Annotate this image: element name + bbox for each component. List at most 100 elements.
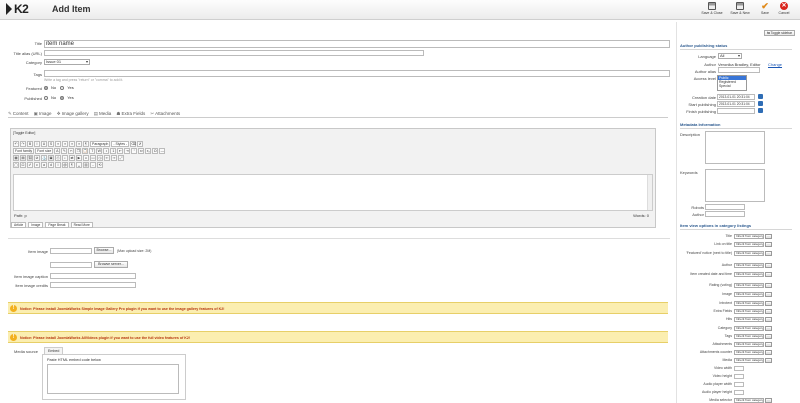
view-option-select[interactable]: Inherit from category [734,272,764,277]
redo-icon[interactable]: ↷ [20,141,26,147]
font-family-select[interactable]: Font family [13,148,35,154]
save-button[interactable]: ✔ Save [758,2,772,18]
non-breaking-icon[interactable]: ␣ [76,162,82,168]
view-option-more-button[interactable]: … [765,292,772,297]
attributes-icon[interactable]: @ [62,162,68,168]
emoticon-icon[interactable]: ☺ [83,155,89,161]
tab-attachments[interactable]: ✂Attachments [150,110,180,118]
date-icon[interactable]: ▭ [90,155,96,161]
table-icon[interactable]: ▦ [13,155,19,161]
outdent-icon[interactable]: ⇤ [117,148,124,154]
meta-keywords-textarea[interactable] [705,169,765,202]
tab-image[interactable]: ▣Image [34,110,52,118]
italic-icon[interactable]: I [34,141,40,147]
featured-yes-radio[interactable] [60,85,65,90]
tab-image-gallery[interactable]: ❖Image gallery [57,110,89,118]
tags-input[interactable] [44,70,670,77]
meta-description-textarea[interactable] [705,131,765,164]
creation-calendar-icon[interactable] [758,94,763,99]
finish-calendar-icon[interactable] [758,108,763,113]
published-no-radio[interactable] [44,95,48,100]
indent-icon[interactable]: ⇥ [124,148,131,154]
image-insert-icon[interactable]: ▣ [48,155,54,161]
numbered-list-icon[interactable]: 1 [110,148,117,154]
search-icon[interactable]: ⌕ [62,155,68,161]
font-size-select[interactable]: Font size [35,148,54,154]
blockquote-icon[interactable]: “ [131,148,138,154]
view-option-more-button[interactable]: … [765,263,772,268]
view-option-input[interactable] [734,390,744,395]
view-option-more-button[interactable]: … [765,309,772,314]
view-option-more-button[interactable]: … [765,272,772,277]
subscript-icon[interactable]: x₂ [145,148,152,154]
view-option-select[interactable]: Inherit from category [734,398,764,403]
view-option-select[interactable]: Inherit from category [734,301,764,306]
finish-publishing-input[interactable] [717,108,755,114]
superscript-icon[interactable]: x² [138,148,145,154]
unlink-icon[interactable]: ⊘ [34,155,40,161]
row-props-icon[interactable]: ▤ [20,155,26,161]
creation-date-input[interactable]: 2013-01-01 20:31:04 [717,94,755,100]
horizontal-rule-icon[interactable]: — [159,148,166,154]
paste-icon[interactable]: 📋 [82,148,89,154]
view-option-more-button[interactable]: … [765,301,772,306]
view-option-select[interactable]: Inherit from category [734,326,764,331]
editor-scrollbar[interactable] [647,175,652,210]
replace-icon[interactable]: ⇄ [69,155,75,161]
view-option-more-button[interactable]: … [765,334,772,339]
image-button[interactable]: Image [28,222,44,228]
view-option-select[interactable]: Inherit from category [734,334,764,339]
toggle-sidebar-button[interactable]: ⇆ Toggle sidebar [764,30,796,36]
restore-icon[interactable]: ⟲ [97,162,103,168]
align-center-icon[interactable]: ≡ [62,141,68,147]
published-yes-radio[interactable] [60,95,65,100]
view-option-more-button[interactable]: … [765,350,772,355]
rtl-icon[interactable]: ⇐ [104,155,110,161]
category-select[interactable]: Issue 01 [44,59,90,65]
embed-tab[interactable]: Embed [44,347,64,354]
ins-icon[interactable]: i [55,162,61,168]
copy-icon[interactable]: ❐ [75,148,82,154]
view-option-select[interactable]: Inherit from category [734,350,764,355]
print-icon[interactable]: ⎙ [55,155,61,161]
styles-select[interactable]: - Styles - [111,141,130,147]
cancel-button[interactable]: ✕ Cancel [776,2,792,18]
access-option-special[interactable]: Special [718,84,746,88]
view-option-more-button[interactable]: … [765,398,772,403]
eraser-icon[interactable]: ⌫ [130,141,137,147]
format-icon[interactable]: ¶ [83,141,89,147]
view-option-more-button[interactable]: … [765,251,772,256]
view-option-select[interactable]: Inherit from category [734,309,764,314]
view-option-more-button[interactable]: … [765,242,772,247]
embed-code-textarea[interactable] [47,364,179,394]
undo-icon[interactable]: ↶ [13,141,19,147]
style-props-icon[interactable]: ✐ [27,162,33,168]
view-option-select[interactable]: Inherit from category [734,317,764,322]
image-caption-input[interactable] [50,273,136,279]
time-icon[interactable]: ◷ [97,155,103,161]
view-option-more-button[interactable]: … [765,317,772,322]
del-icon[interactable]: d [48,162,54,168]
start-calendar-icon[interactable] [758,101,763,106]
read-more-button[interactable]: Read More [70,222,93,228]
robots-input[interactable] [705,204,745,210]
omega-icon[interactable]: Ω [152,148,159,154]
fullscreen-icon[interactable]: ⤢ [118,155,124,161]
insert-layer-icon[interactable]: ▢ [13,162,19,168]
tab-content[interactable]: ✎Content [8,110,29,118]
start-publishing-input[interactable]: 2013-01-01 20:31:04 [717,101,755,107]
abbr-icon[interactable]: a [41,162,47,168]
view-option-select[interactable]: Inherit from category [734,292,764,297]
text-color-icon[interactable]: A [54,148,61,154]
view-option-input[interactable] [734,366,744,371]
view-option-more-button[interactable]: … [765,234,772,239]
align-right-icon[interactable]: ≡ [69,141,75,147]
view-option-select[interactable]: Inherit from category [734,251,764,256]
visual-chars-icon[interactable]: ¶ [69,162,75,168]
cite-icon[interactable]: c [34,162,40,168]
view-option-input[interactable] [734,382,744,387]
view-option-more-button[interactable]: … [765,326,772,331]
view-option-more-button[interactable]: … [765,358,772,363]
image-credits-input[interactable] [50,282,136,288]
view-option-select[interactable]: Inherit from category [734,283,764,288]
